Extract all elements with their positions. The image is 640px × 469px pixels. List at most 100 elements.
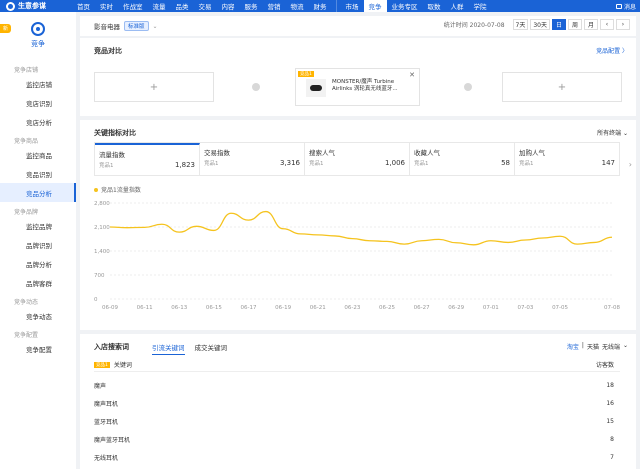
table-row[interactable]: 魔声耳机 16 (94, 394, 620, 412)
series-line[interactable] (109, 210, 613, 246)
range-week[interactable]: 周 (568, 19, 582, 30)
data-point[interactable] (490, 240, 492, 242)
data-point[interactable] (455, 242, 457, 244)
data-point[interactable] (161, 223, 163, 225)
nav-content[interactable]: 内容 (217, 0, 240, 12)
sidebar-item-shop-identify[interactable]: 竞店识别 (0, 93, 76, 112)
data-point[interactable] (542, 237, 544, 239)
metric-sub: 竞品1 (99, 163, 114, 169)
sidebar-item-product-identify[interactable]: 竞品识别 (0, 164, 76, 183)
nav-trade[interactable]: 交易 (194, 0, 217, 12)
chart-legend[interactable]: 竞品1流量指数 (94, 185, 141, 194)
metric-sub: 竞品1 (414, 161, 429, 167)
terminal-filter[interactable]: 所有终端 ⌄ (597, 128, 628, 137)
sidebar-item-product-analysis[interactable]: 竞品分析 (0, 183, 76, 202)
metric-trade-index[interactable]: 交易指数 竞品1 3,316 (200, 143, 305, 175)
table-row[interactable]: 魔声 18 (94, 376, 620, 394)
chevron-right-icon[interactable]: › (629, 160, 632, 169)
add-product-slot[interactable]: + (502, 72, 622, 102)
sidebar-item-brand-identify[interactable]: 品牌识别 (0, 235, 76, 254)
chevron-down-icon[interactable]: ⌄ (623, 342, 628, 351)
data-point[interactable] (420, 240, 422, 242)
data-point[interactable] (507, 241, 509, 243)
data-point[interactable] (576, 243, 578, 245)
data-point[interactable] (126, 226, 128, 228)
table-row[interactable]: 魔声蓝牙耳机 8 (94, 430, 620, 448)
data-point[interactable] (299, 233, 301, 235)
sidebar-item-brand-analysis[interactable]: 品牌分析 (0, 254, 76, 273)
sidebar-item-monitor-product[interactable]: 监控商品 (0, 145, 76, 164)
metric-cart-popularity[interactable]: 加购人气 竞品1 147 (515, 143, 619, 175)
nav-category[interactable]: 品类 (171, 0, 194, 12)
data-point[interactable] (524, 239, 526, 241)
range-month[interactable]: 月 (584, 19, 598, 30)
data-point[interactable] (230, 212, 232, 214)
data-point[interactable] (109, 226, 111, 228)
y-tick-label: 2,100 (94, 225, 110, 231)
range-day[interactable]: 日 (552, 19, 566, 30)
data-point[interactable] (472, 244, 474, 246)
nav-war-room[interactable]: 作战室 (118, 0, 148, 12)
nav-fetch-data[interactable]: 取数 (423, 0, 446, 12)
metric-favorite-popularity[interactable]: 收藏人气 竞品1 58 (410, 143, 515, 175)
add-product-slot[interactable]: + (94, 72, 214, 102)
data-point[interactable] (178, 231, 180, 233)
platform-wireless[interactable]: 无线端 (602, 342, 620, 351)
nav-marketing[interactable]: 营销 (263, 0, 286, 12)
data-point[interactable] (265, 210, 267, 212)
data-point[interactable] (213, 229, 215, 231)
tab-deal-keywords[interactable]: 成交关键词 (195, 342, 228, 355)
data-point[interactable] (403, 243, 405, 245)
nav-academy[interactable]: 学院 (469, 0, 492, 12)
tab-traffic-keywords[interactable]: 引流关键词 (152, 342, 185, 355)
data-point[interactable] (334, 235, 336, 237)
data-point[interactable] (386, 240, 388, 242)
sidebar-item-competition-config[interactable]: 竞争配置 (0, 339, 76, 358)
nav-traffic[interactable]: 流量 (148, 0, 171, 12)
chevron-down-icon[interactable]: ⌄ (153, 23, 158, 30)
next-date-button[interactable]: › (616, 19, 630, 30)
config-link[interactable]: 竞品配置 〉 (596, 46, 628, 55)
sidebar-item-monitor-shop[interactable]: 监控店铺 (0, 74, 76, 93)
nav-market[interactable]: 市场 (341, 0, 364, 12)
range-7-days[interactable]: 7天 (512, 19, 529, 30)
data-point[interactable] (611, 236, 613, 238)
data-point[interactable] (317, 234, 319, 236)
selected-product-card[interactable]: 竞品1 MONSTER/魔声 Turbine Airlinks 涡轮真无线蓝牙.… (295, 68, 420, 106)
nav-service[interactable]: 服务 (240, 0, 263, 12)
table-row[interactable]: 蓝牙耳机 15 (94, 412, 620, 430)
close-icon[interactable]: ✕ (409, 71, 415, 79)
data-point[interactable] (195, 225, 197, 227)
data-point[interactable] (143, 226, 145, 228)
data-point[interactable] (282, 228, 284, 230)
table-row[interactable]: 无线耳机 7 (94, 448, 620, 466)
platform-tmall[interactable]: 天猫 (587, 342, 599, 351)
nav-logistics[interactable]: 物流 (286, 0, 309, 12)
sidebar-item-brand-customers[interactable]: 品牌客群 (0, 273, 76, 292)
platform-taobao[interactable]: 淘宝 (567, 342, 579, 351)
nav-competition[interactable]: 竞争 (363, 0, 387, 12)
sidebar-item-monitor-brand[interactable]: 监控品牌 (0, 216, 76, 235)
sidebar-item-competition-dynamics[interactable]: 竞争动态 (0, 306, 76, 325)
data-point[interactable] (593, 241, 595, 243)
data-point[interactable] (351, 237, 353, 239)
nav-crowd[interactable]: 人群 (446, 0, 469, 12)
sidebar-item-shop-analysis[interactable]: 竞店分析 (0, 112, 76, 131)
prev-date-button[interactable]: ‹ (600, 19, 614, 30)
data-point[interactable] (438, 238, 440, 240)
range-30-days[interactable]: 30天 (530, 19, 550, 30)
message-center[interactable]: 消息 (615, 0, 636, 12)
data-point[interactable] (368, 240, 370, 242)
data-point[interactable] (559, 235, 561, 237)
nav-realtime[interactable]: 实时 (95, 0, 118, 12)
category-selector[interactable]: 影音电器 (94, 21, 120, 31)
nav-business-zone[interactable]: 业务专区 (387, 0, 423, 12)
nav-home[interactable]: 首页 (72, 0, 95, 12)
nav-finance[interactable]: 财务 (309, 0, 332, 12)
sidebar-group-title: 竞争动态 (14, 299, 39, 306)
metric-traffic-index[interactable]: 流量指数 竞品1 1,823 (95, 143, 200, 175)
metric-search-popularity[interactable]: 搜索人气 竞品1 1,006 (305, 143, 410, 175)
data-point[interactable] (247, 219, 249, 221)
logo[interactable]: 生意参谋 (0, 1, 72, 11)
compare-dot (252, 83, 260, 91)
